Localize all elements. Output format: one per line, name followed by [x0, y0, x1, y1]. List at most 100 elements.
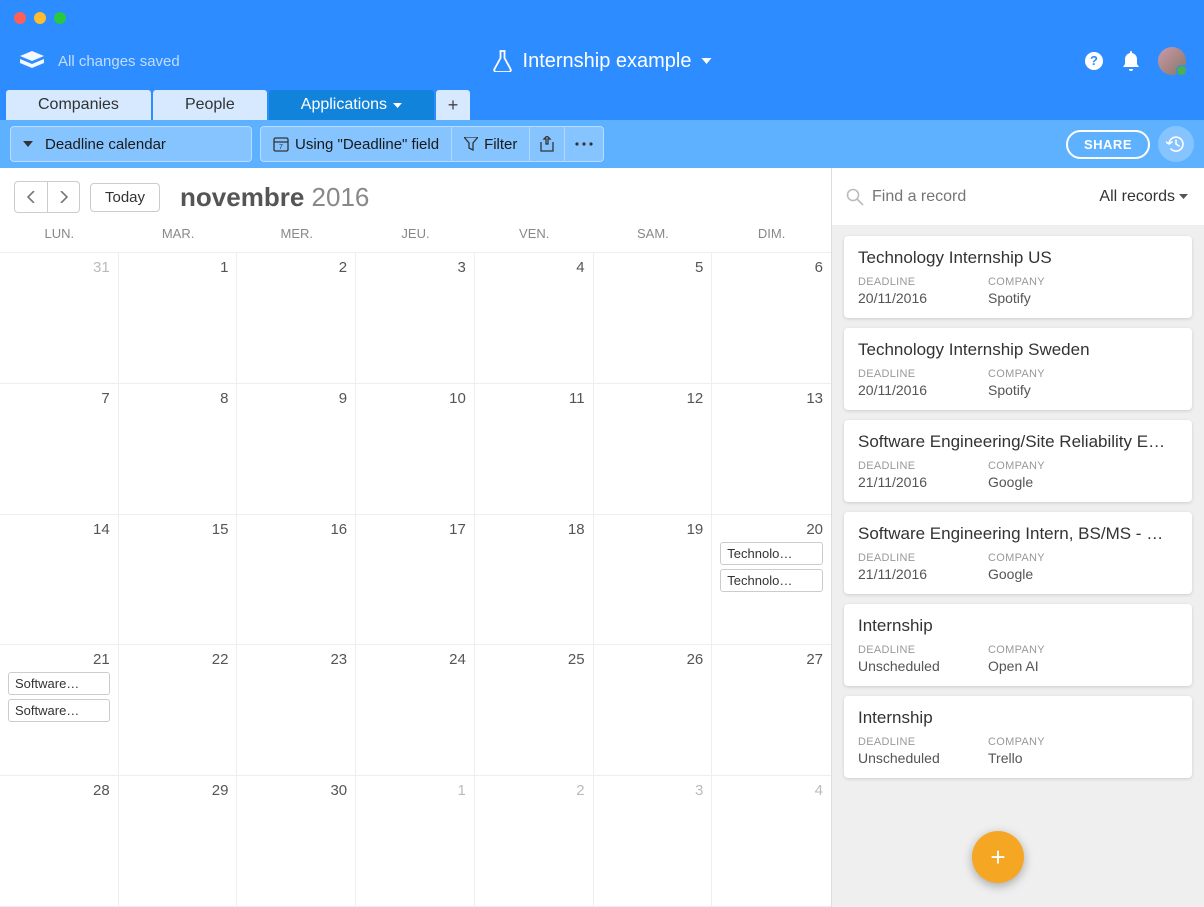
month-title: novembre 2016: [180, 182, 369, 213]
calendar-cell[interactable]: 23: [237, 645, 356, 775]
calendar-event[interactable]: Technolo…: [720, 569, 823, 592]
calendar-cell[interactable]: 3: [356, 253, 475, 383]
filter-icon: [464, 137, 478, 151]
add-table-button[interactable]: +: [436, 90, 470, 120]
calendar-event[interactable]: Technolo…: [720, 542, 823, 565]
export-button[interactable]: [530, 127, 565, 161]
today-button[interactable]: Today: [90, 183, 160, 212]
app-logo-icon[interactable]: [20, 51, 44, 71]
calendar-cell[interactable]: 6: [712, 253, 831, 383]
weekday-header: MAR.: [119, 226, 238, 252]
add-record-fab[interactable]: +: [972, 831, 1024, 883]
field-label-deadline: DEADLINE: [858, 644, 958, 656]
calendar-cell[interactable]: 1: [119, 253, 238, 383]
calendar-cell[interactable]: 28: [0, 776, 119, 906]
calendar-cell[interactable]: 7: [0, 384, 119, 514]
tab-people[interactable]: People: [153, 90, 267, 120]
cell-date: 7: [8, 390, 110, 407]
cell-date: 14: [8, 521, 110, 538]
field-value-company: Google: [988, 474, 1088, 490]
filter-button[interactable]: Filter: [452, 127, 530, 161]
field-label-company: COMPANY: [988, 368, 1088, 380]
calendar-cell[interactable]: 19: [594, 515, 713, 645]
help-icon[interactable]: ?: [1084, 51, 1104, 71]
calendar-cell[interactable]: 30: [237, 776, 356, 906]
caret-down-icon: [701, 58, 711, 64]
record-card[interactable]: Technology Internship USDEADLINE20/11/20…: [844, 236, 1192, 318]
cell-date: 15: [127, 521, 229, 538]
calendar-cell[interactable]: 18: [475, 515, 594, 645]
calendar-cell[interactable]: 9: [237, 384, 356, 514]
cell-date: 17: [364, 521, 466, 538]
field-label-company: COMPANY: [988, 276, 1088, 288]
record-title: Software Engineering/Site Reliability E…: [858, 432, 1178, 452]
share-button[interactable]: SHARE: [1066, 130, 1150, 159]
calendar-cell[interactable]: 2: [237, 253, 356, 383]
window-close-dot[interactable]: [14, 12, 26, 24]
calendar-cell[interactable]: 31: [0, 253, 119, 383]
date-field-config[interactable]: 7 Using "Deadline" field: [261, 127, 452, 161]
window-maximize-dot[interactable]: [54, 12, 66, 24]
history-button[interactable]: [1158, 126, 1194, 162]
field-label-company: COMPANY: [988, 552, 1088, 564]
notifications-icon[interactable]: [1122, 51, 1140, 71]
cell-date: 23: [245, 651, 347, 668]
calendar-cell[interactable]: 26: [594, 645, 713, 775]
calendar-cell[interactable]: 1: [356, 776, 475, 906]
calendar-cell[interactable]: 16: [237, 515, 356, 645]
calendar-cell[interactable]: 13: [712, 384, 831, 514]
window-minimize-dot[interactable]: [34, 12, 46, 24]
view-switcher[interactable]: Deadline calendar: [11, 127, 251, 161]
calendar-cell[interactable]: 24: [356, 645, 475, 775]
cell-date: 28: [8, 782, 110, 799]
table-tabs: Companies People Applications +: [0, 86, 1204, 120]
field-value-deadline: 21/11/2016: [858, 566, 958, 582]
calendar-cell[interactable]: 14: [0, 515, 119, 645]
calendar-cell[interactable]: 4: [475, 253, 594, 383]
field-value-deadline: 21/11/2016: [858, 474, 958, 490]
field-label-deadline: DEADLINE: [858, 368, 958, 380]
tab-companies[interactable]: Companies: [6, 90, 151, 120]
calendar-cell[interactable]: 4: [712, 776, 831, 906]
record-card[interactable]: Software Engineering Intern, BS/MS - …DE…: [844, 512, 1192, 594]
cell-date: 24: [364, 651, 466, 668]
base-title-dropdown[interactable]: Internship example: [493, 50, 712, 73]
calendar-event[interactable]: Software…: [8, 672, 110, 695]
window-chrome: [0, 0, 1204, 36]
cell-date: 19: [602, 521, 704, 538]
weekday-header: LUN.: [0, 226, 119, 252]
more-button[interactable]: [565, 127, 603, 161]
calendar-cell[interactable]: 11: [475, 384, 594, 514]
records-filter-dropdown[interactable]: All records: [1083, 188, 1204, 206]
next-month-button[interactable]: [47, 182, 79, 212]
calendar-cell[interactable]: 5: [594, 253, 713, 383]
calendar-cell[interactable]: 12: [594, 384, 713, 514]
search-input[interactable]: [872, 188, 1083, 206]
record-card[interactable]: Software Engineering/Site Reliability E……: [844, 420, 1192, 502]
calendar-event[interactable]: Software…: [8, 699, 110, 722]
calendar-cell[interactable]: 22: [119, 645, 238, 775]
calendar-cell[interactable]: 15: [119, 515, 238, 645]
plus-icon: +: [990, 842, 1005, 873]
calendar-cell[interactable]: 25: [475, 645, 594, 775]
weekday-header: JEU.: [356, 226, 475, 252]
calendar-cell[interactable]: 20Technolo…Technolo…: [712, 515, 831, 645]
record-card[interactable]: Technology Internship SwedenDEADLINE20/1…: [844, 328, 1192, 410]
calendar-cell[interactable]: 29: [119, 776, 238, 906]
record-card[interactable]: InternshipDEADLINEUnscheduledCOMPANYTrel…: [844, 696, 1192, 778]
calendar-cell[interactable]: 8: [119, 384, 238, 514]
tab-applications[interactable]: Applications: [269, 90, 434, 120]
calendar-cell[interactable]: 3: [594, 776, 713, 906]
cell-date: 2: [245, 259, 347, 276]
calendar-cell[interactable]: 27: [712, 645, 831, 775]
field-label-company: COMPANY: [988, 736, 1088, 748]
svg-text:7: 7: [279, 144, 283, 151]
prev-month-button[interactable]: [15, 182, 47, 212]
calendar-cell[interactable]: 10: [356, 384, 475, 514]
calendar-cell[interactable]: 21Software…Software…: [0, 645, 119, 775]
calendar-cell[interactable]: 2: [475, 776, 594, 906]
user-avatar[interactable]: [1158, 47, 1186, 75]
record-card[interactable]: InternshipDEADLINEUnscheduledCOMPANYOpen…: [844, 604, 1192, 686]
cell-date: 4: [720, 782, 823, 799]
calendar-cell[interactable]: 17: [356, 515, 475, 645]
